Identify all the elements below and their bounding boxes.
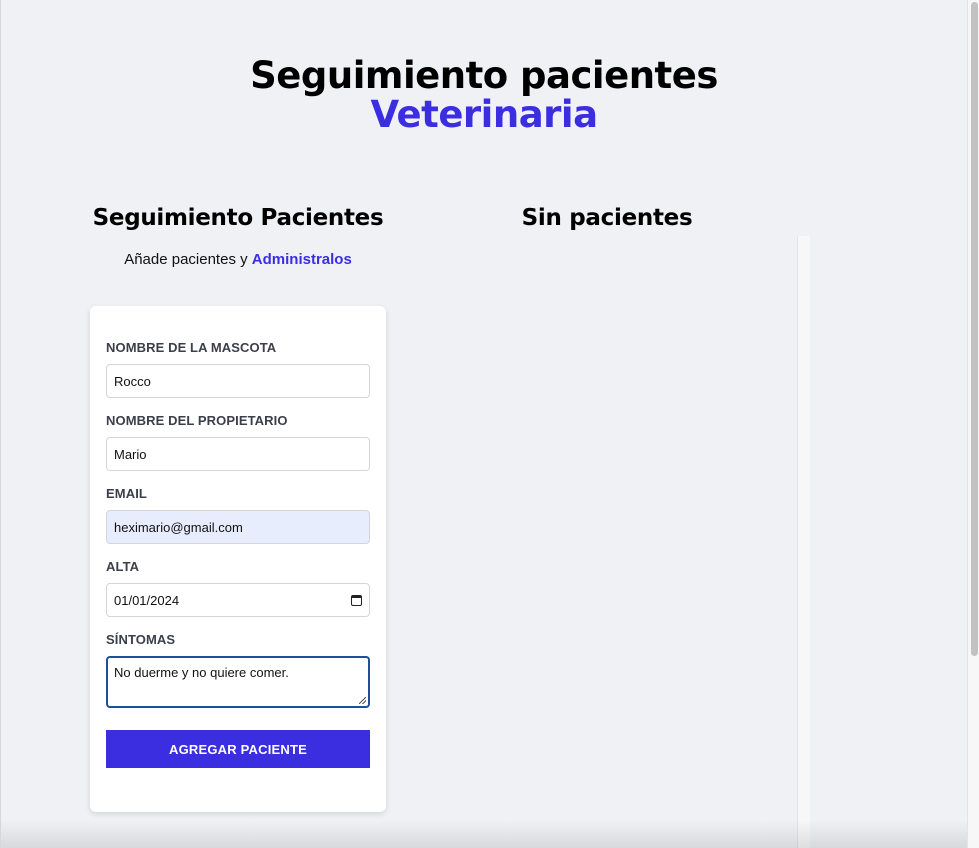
page-scrollbar-thumb[interactable] (971, 2, 978, 656)
symptoms-textarea[interactable]: No duerme y no quiere comer. (106, 656, 370, 708)
owner-name-label: NOMBRE DEL PROPIETARIO (106, 413, 288, 428)
email-label: EMAIL (106, 486, 147, 501)
email-input[interactable]: heximario@gmail.com (106, 510, 370, 544)
patients-section: Sin pacientes (416, 205, 798, 231)
patients-empty-title: Sin pacientes (521, 205, 693, 231)
subtitle-text: Añade pacientes y (124, 251, 252, 268)
calendar-icon[interactable] (351, 594, 362, 606)
email-field: EMAIL heximario@gmail.com (106, 486, 370, 544)
page: Seguimiento pacientes Veterinaria Seguim… (0, 0, 979, 848)
page-title: Seguimiento pacientes (250, 54, 718, 97)
form-section-subtitle: Añade pacientes y Administralos (90, 251, 386, 268)
add-patient-button[interactable]: AGREGAR PACIENTE (106, 730, 370, 768)
discharge-field: ALTA 01/01/2024 (106, 559, 370, 617)
owner-name-field: NOMBRE DEL PROPIETARIO Mario (106, 413, 370, 471)
pet-name-field: NOMBRE DE LA MASCOTA Rocco (106, 340, 370, 398)
page-title-accent: Veterinaria (370, 93, 598, 136)
form-section-title: Seguimiento Pacientes (92, 205, 384, 231)
discharge-label: ALTA (106, 559, 140, 574)
discharge-date-input[interactable]: 01/01/2024 (106, 583, 370, 617)
symptoms-field: SÍNTOMAS No duerme y no quiere comer. (106, 632, 370, 708)
symptoms-text: No duerme y no quiere comer. (114, 665, 289, 680)
patients-list-scrollbar[interactable] (797, 236, 810, 848)
owner-name-input[interactable]: Mario (106, 437, 370, 471)
subtitle-accent: Administralos (251, 251, 352, 268)
bottom-shadow (1, 820, 967, 848)
pet-name-input[interactable]: Rocco (106, 364, 370, 398)
pet-name-label: NOMBRE DE LA MASCOTA (106, 340, 277, 355)
symptoms-label: SÍNTOMAS (106, 632, 176, 647)
page-header: Seguimiento pacientes Veterinaria (1, 56, 967, 134)
patient-form: NOMBRE DE LA MASCOTA Rocco NOMBRE DEL PR… (90, 306, 386, 812)
form-section: Seguimiento Pacientes Añade pacientes y … (90, 205, 386, 812)
resize-grip-icon[interactable] (359, 697, 366, 704)
discharge-date-value: 01/01/2024 (114, 592, 180, 608)
page-scrollbar[interactable] (967, 0, 979, 848)
